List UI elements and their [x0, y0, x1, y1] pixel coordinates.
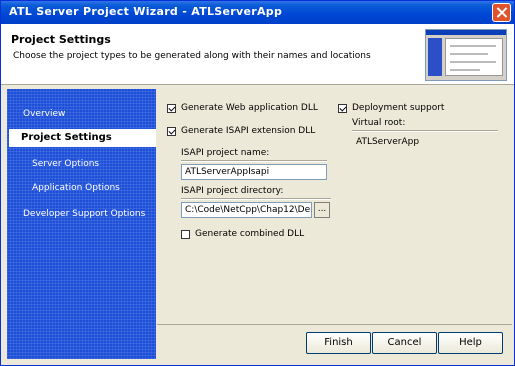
sidebar-item-application-options[interactable]: Application Options: [32, 183, 120, 193]
virtual-root-separator: [352, 130, 498, 132]
cancel-button[interactable]: Cancel: [372, 332, 437, 354]
generate-web-dll-label: Generate Web application DLL: [181, 103, 318, 113]
generate-isapi-dll-label: Generate ISAPI extension DLL: [181, 126, 316, 136]
sidebar-item-server-options[interactable]: Server Options: [32, 159, 99, 169]
isapi-name-field[interactable]: ATLServerAppIsapi: [181, 164, 327, 180]
isapi-name-label: ISAPI project name:: [181, 148, 270, 158]
deployment-support-checkbox[interactable]: [338, 104, 347, 113]
help-button[interactable]: Help: [438, 332, 503, 354]
generate-isapi-dll-checkbox[interactable]: [167, 127, 176, 136]
window-title: ATL Server Project Wizard - ATLServerApp: [9, 5, 283, 18]
wizard-thumbnail-icon: [425, 29, 507, 81]
page-description: Choose the project types to be generated…: [13, 51, 371, 61]
sidebar-item-project-settings[interactable]: Project Settings: [9, 129, 156, 147]
button-separator: [157, 324, 512, 325]
wizard-sidebar: Overview Project Settings Server Options…: [7, 89, 156, 359]
generate-combined-checkbox[interactable]: [181, 230, 190, 239]
isapi-dir-label: ISAPI project directory:: [181, 186, 284, 196]
generate-web-dll-checkbox[interactable]: [167, 104, 176, 113]
deployment-support-label: Deployment support: [352, 103, 445, 113]
title-bar[interactable]: ATL Server Project Wizard - ATLServerApp: [1, 1, 514, 24]
virtual-root-field[interactable]: ATLServerApp: [352, 134, 498, 150]
isapi-name-separator: [181, 160, 327, 162]
wizard-window: ATL Server Project Wizard - ATLServerApp…: [0, 0, 515, 366]
page-title: Project Settings: [11, 33, 111, 46]
sidebar-item-overview[interactable]: Overview: [23, 109, 65, 119]
isapi-dir-separator: [181, 198, 331, 200]
isapi-dir-field[interactable]: C:\Code\NetCpp\Chap12\Demos: [181, 202, 312, 218]
sidebar-item-developer-support-options[interactable]: Developer Support Options: [23, 209, 145, 219]
wizard-header: Project Settings Choose the project type…: [1, 24, 514, 85]
finish-button[interactable]: Finish: [306, 332, 371, 354]
browse-button[interactable]: ...: [314, 202, 330, 218]
virtual-root-label: Virtual root:: [352, 118, 406, 128]
close-button[interactable]: [492, 3, 511, 22]
generate-combined-label: Generate combined DLL: [195, 229, 305, 239]
